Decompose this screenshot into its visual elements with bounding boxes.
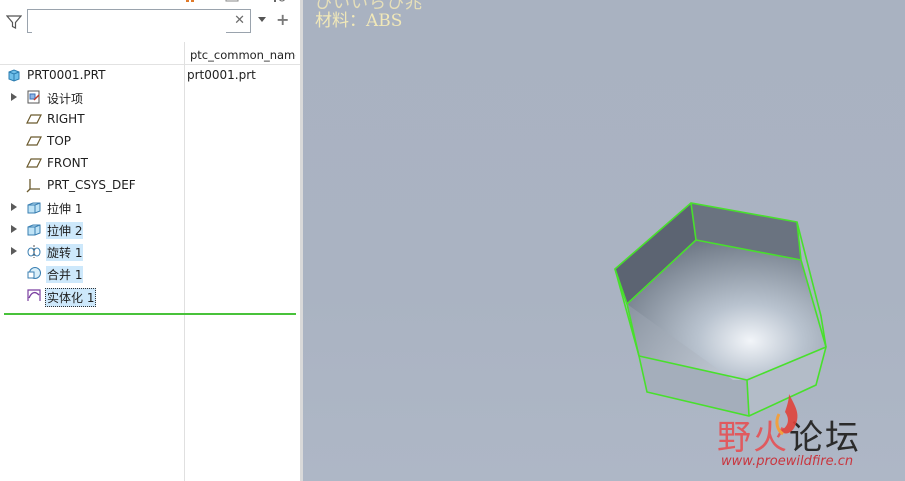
tree-item-label: RIGHT [47, 112, 85, 126]
datum-plane-icon [26, 158, 42, 168]
filter-bar: ✕ + [0, 8, 300, 36]
tree-column-header: ptc_common_name [0, 42, 300, 65]
expand-arrow-icon[interactable] [11, 203, 17, 211]
filter-icon[interactable] [6, 14, 22, 30]
watermark-url: www.proewildfire.cn [721, 454, 854, 469]
tree-item-label: FRONT [47, 156, 88, 170]
insert-here-indicator[interactable] [4, 313, 296, 315]
datum-plane-icon [26, 136, 42, 146]
design-items-icon [27, 90, 40, 104]
tree-item-label: 实体化 1 [45, 288, 97, 307]
flame-logo-icon [775, 394, 798, 436]
search-input[interactable] [32, 11, 226, 33]
tree-item-csys[interactable]: PRT_CSYS_DEF [0, 174, 300, 196]
expand-arrow-icon[interactable] [11, 225, 17, 233]
tree-item-label: TOP [47, 134, 72, 148]
tree-item-design-items[interactable]: 设计项 [0, 86, 300, 108]
tree-item-revolve-1[interactable]: 旋转 1 [0, 240, 300, 262]
add-icon[interactable]: + [276, 10, 289, 29]
expand-arrow-icon[interactable] [11, 247, 17, 255]
tree-item-extrude-1[interactable]: 拉伸 1 [0, 196, 300, 218]
search-field[interactable]: ✕ [27, 9, 251, 33]
merge-icon [27, 267, 41, 279]
tree-item-datum-front[interactable]: FRONT [0, 152, 300, 174]
tree-item-common-name: prt0001.prt [187, 68, 256, 82]
tree-item-label: 旋转 1 [46, 244, 84, 261]
tree-item-label: 合并 1 [46, 266, 84, 283]
tree-item-datum-right[interactable]: RIGHT [0, 108, 300, 130]
graphics-viewport[interactable]: ひいいらひ兆 材料：ABS 野火论坛 www.proewildfire.cn [303, 0, 905, 481]
extrude-icon [27, 224, 41, 236]
toolbar-icons-partial [186, 0, 285, 2]
solid-model[interactable] [303, 0, 905, 481]
extrude-icon [27, 202, 41, 214]
tree-item-label: 设计项 [47, 92, 84, 106]
forum-watermark: 野火论坛 www.proewildfire.cn [717, 394, 861, 469]
expand-arrow-icon[interactable] [11, 93, 17, 101]
revolve-icon [27, 245, 41, 258]
tree-item-label: 拉伸 1 [47, 202, 83, 216]
tree-item-label: 拉伸 2 [46, 222, 84, 239]
datum-plane-icon [26, 114, 42, 124]
tree-item-extrude-2[interactable]: 拉伸 2 [0, 218, 300, 240]
chevron-down-icon[interactable] [258, 17, 266, 22]
tree-item-part[interactable]: PRT0001.PRT prt0001.prt [0, 64, 300, 86]
coordinate-system-icon [26, 179, 40, 193]
tree-item-label: PRT0001.PRT [27, 68, 106, 82]
column-header-common-name[interactable]: ptc_common_name [190, 48, 296, 62]
tree-item-merge-1[interactable]: 合并 1 [0, 262, 300, 284]
tree-item-datum-top[interactable]: TOP [0, 130, 300, 152]
model-tree-panel: ✕ + ptc_common_name PRT0001.PRT prt0001.… [0, 0, 300, 481]
tree-item-solidify-1[interactable]: 实体化 1 [0, 284, 300, 307]
tree-item-label: PRT_CSYS_DEF [47, 178, 136, 192]
part-icon [8, 69, 20, 82]
clear-icon[interactable]: ✕ [234, 13, 245, 28]
solidify-icon [27, 289, 41, 301]
